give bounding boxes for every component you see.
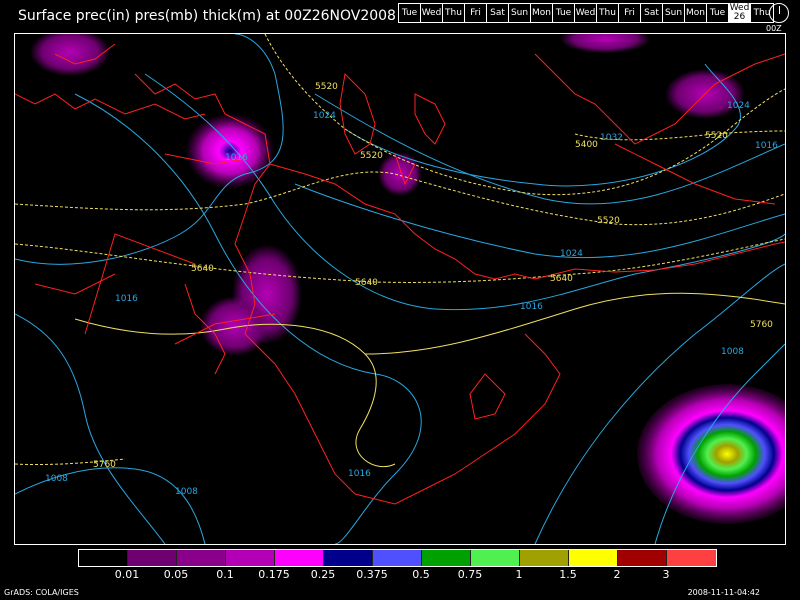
day-cell[interactable]: Fri — [619, 4, 641, 22]
thickness-line — [15, 238, 785, 283]
thickness-label: 5520 — [360, 151, 383, 161]
day-cell[interactable]: Tue — [399, 4, 421, 22]
thickness-label: 5400 — [575, 140, 598, 150]
legend-swatch — [569, 550, 618, 566]
legend-label: 0.25 — [310, 568, 336, 581]
legend-label: 0.05 — [163, 568, 189, 581]
precip-area — [30, 34, 110, 76]
legend-swatch — [422, 550, 471, 566]
legend-swatch — [79, 550, 128, 566]
pressure-label: 1008 — [721, 347, 744, 357]
precip-legend — [78, 549, 717, 567]
legend-swatch — [275, 550, 324, 566]
pressure-label: 1016 — [348, 469, 371, 479]
day-cell[interactable]: Mon — [685, 4, 707, 22]
map-title: Surface prec(in) pres(mb) thick(m) at 00… — [18, 8, 396, 24]
pressure-label: 1016 — [225, 153, 248, 163]
coastline — [84, 233, 196, 335]
legend-label: 3 — [662, 568, 670, 581]
thickness-label: 5520 — [705, 131, 728, 141]
legend-swatch — [471, 550, 520, 566]
day-cell[interactable]: Sat — [487, 4, 509, 22]
clock-icon — [769, 3, 789, 23]
legend-swatch — [324, 550, 373, 566]
legend-swatch — [226, 550, 275, 566]
day-cell[interactable]: Sat — [641, 4, 663, 22]
day-cell[interactable]: Wed — [421, 4, 443, 22]
credit-text: GrADS: COLA/IGES — [4, 588, 79, 597]
day-cell[interactable]: Tue — [707, 4, 729, 22]
thickness-label: 5760 — [93, 460, 116, 470]
pressure-label: 1024 — [727, 101, 750, 111]
precip-area — [185, 113, 275, 189]
day-cell[interactable]: Tue — [553, 4, 575, 22]
day-cell[interactable]: Mon — [531, 4, 553, 22]
day-cell[interactable]: Fri — [465, 4, 487, 22]
legend-label: 1.5 — [559, 568, 577, 581]
active-day-date: 26 — [733, 12, 746, 22]
pressure-label: 1024 — [313, 111, 336, 121]
day-cell[interactable]: Sun — [663, 4, 685, 22]
legend-label: 0.01 — [114, 568, 140, 581]
day-timeline: Tue Wed Thu Fri Sat Sun Mon Tue Wed Thu … — [398, 3, 774, 23]
legend-label: 2 — [613, 568, 621, 581]
coastline — [469, 373, 506, 420]
legend-swatch — [520, 550, 569, 566]
legend-label: 0.75 — [457, 568, 483, 581]
pressure-label: 1016 — [115, 294, 138, 304]
legend-swatch — [618, 550, 667, 566]
thickness-label: 5640 — [191, 264, 214, 274]
pressure-label: 1016 — [520, 302, 543, 312]
thickness-label: 5640 — [355, 278, 378, 288]
pressure-label: 1016 — [755, 141, 778, 151]
thickness-line — [364, 292, 785, 355]
legend-label: 0.5 — [412, 568, 430, 581]
legend-label: 0.175 — [258, 568, 290, 581]
legend-swatch — [667, 550, 716, 566]
legend-label: 0.1 — [216, 568, 234, 581]
precip-area — [560, 34, 650, 53]
timestamp: 2008-11-11-04:42 — [687, 588, 760, 597]
thickness-label: 5520 — [315, 82, 338, 92]
isobar-line — [294, 183, 785, 259]
clock-label: 00Z — [766, 24, 782, 33]
day-cell[interactable]: Wed — [575, 4, 597, 22]
day-cell[interactable]: Sun — [509, 4, 531, 22]
coastline — [15, 93, 206, 120]
legend-swatch — [373, 550, 422, 566]
legend-swatch — [128, 550, 177, 566]
coastline — [414, 93, 446, 145]
map-canvas: 1016 1024 1032 1024 1016 1016 1016 1008 … — [15, 34, 785, 544]
thickness-label: 5760 — [750, 320, 773, 330]
weather-map: 1016 1024 1032 1024 1016 1016 1016 1008 … — [14, 33, 786, 545]
legend-swatch — [177, 550, 226, 566]
isobar-line — [15, 313, 166, 544]
pressure-label: 1008 — [45, 474, 68, 484]
isobar-line — [15, 467, 206, 544]
coastline — [34, 273, 116, 295]
day-cell-active[interactable]: Wed 26 — [729, 4, 751, 22]
legend-labels: 0.01 0.05 0.1 0.175 0.25 0.375 0.5 0.75 1 1.5 2 3 — [78, 568, 742, 582]
day-cell[interactable]: Thu — [443, 4, 465, 22]
legend-label: 0.375 — [356, 568, 388, 581]
legend-label: 1 — [515, 568, 523, 581]
pressure-label: 1008 — [175, 487, 198, 497]
coastline — [534, 53, 785, 145]
thickness-label: 5640 — [550, 274, 573, 284]
precip-area — [637, 384, 785, 524]
coastline — [339, 72, 376, 155]
pressure-label: 1032 — [600, 133, 623, 143]
thickness-label: 5520 — [597, 216, 620, 226]
day-cell[interactable]: Thu — [597, 4, 619, 22]
pressure-label: 1024 — [560, 249, 583, 259]
